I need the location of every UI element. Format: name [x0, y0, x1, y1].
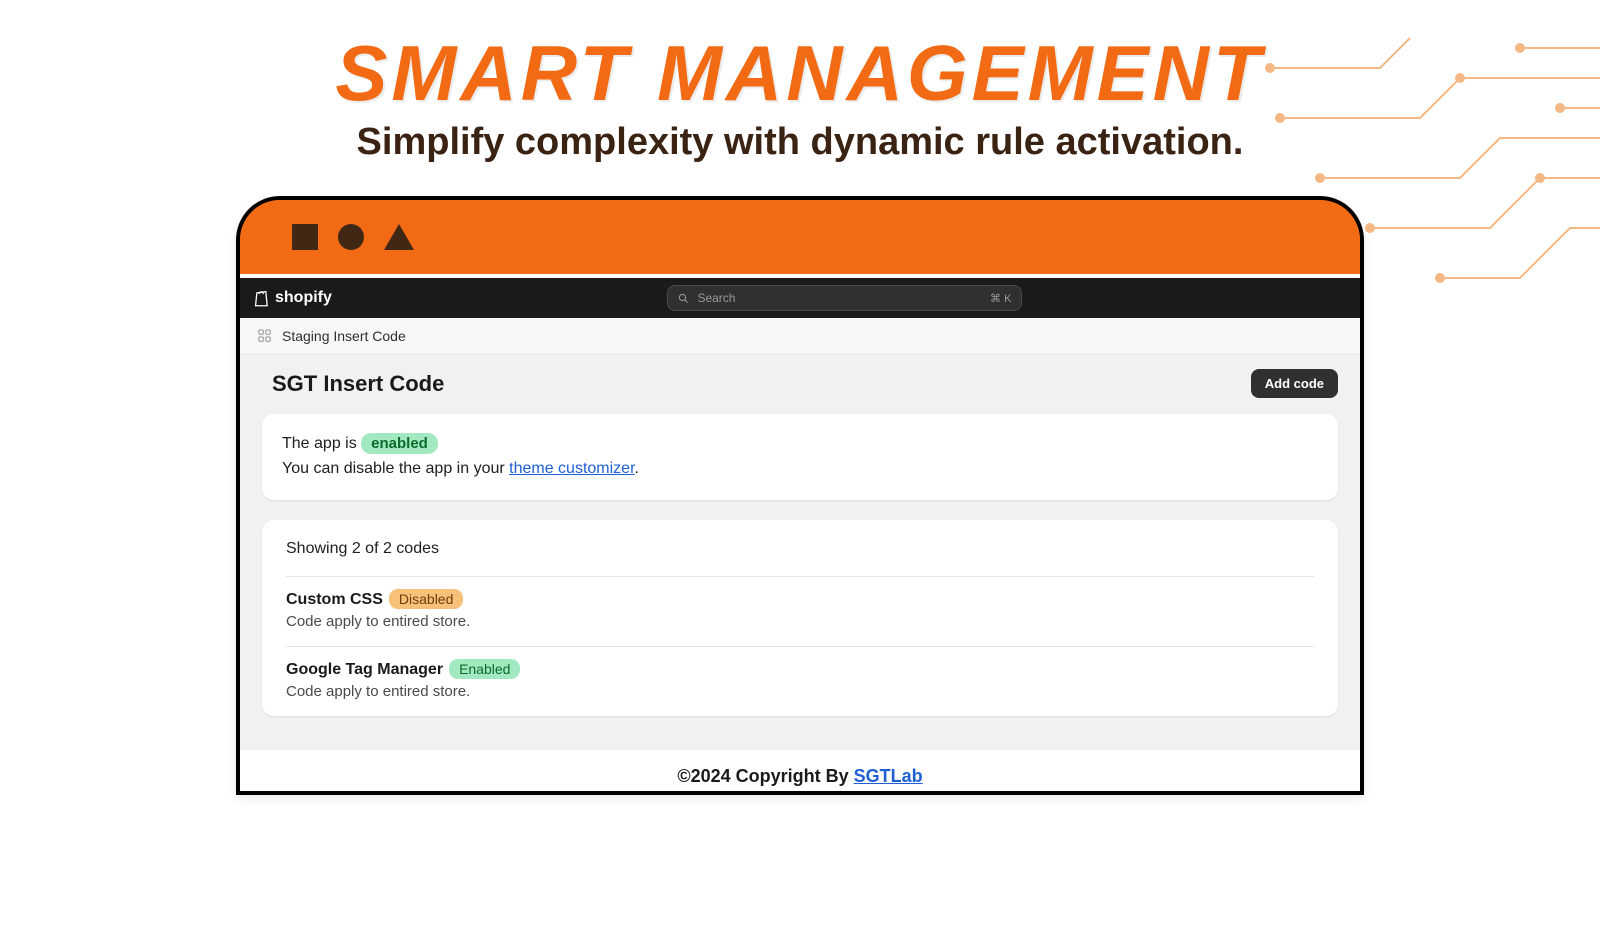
- code-desc: Code apply to entired store.: [286, 683, 1314, 700]
- shopify-bag-icon: [254, 289, 270, 307]
- footer-link[interactable]: SGTLab: [854, 766, 923, 786]
- code-name: Google Tag Manager: [286, 661, 443, 678]
- breadcrumb-text[interactable]: Staging Insert Code: [282, 328, 406, 344]
- code-status-badge: Disabled: [389, 589, 463, 609]
- codes-summary: Showing 2 of 2 codes: [286, 540, 1314, 576]
- status-card: The app is enabled You can disable the a…: [262, 414, 1338, 500]
- status-badge: enabled: [361, 433, 438, 454]
- app-grid-icon: [258, 329, 272, 343]
- window-control-circle-icon: [338, 224, 364, 250]
- code-status-badge: Enabled: [449, 659, 520, 679]
- breadcrumb-bar: Staging Insert Code: [240, 318, 1360, 355]
- browser-frame: shopify Search ⌘ K Staging Insert Code S…: [236, 196, 1364, 795]
- add-code-button[interactable]: Add code: [1251, 369, 1338, 398]
- search-placeholder: Search: [697, 291, 735, 305]
- status-prefix: The app is: [282, 435, 361, 452]
- search-shortcut: ⌘ K: [990, 292, 1011, 305]
- footer: ©2024 Copyright By SGTLab: [240, 750, 1360, 791]
- window-control-triangle-icon: [384, 224, 414, 250]
- footer-text: ©2024 Copyright By: [677, 766, 853, 786]
- status-line2-post: .: [635, 460, 639, 477]
- code-row[interactable]: Google Tag Manager Enabled Code apply to e…: [286, 646, 1314, 716]
- code-row[interactable]: Custom CSS Disabled Code apply to entired …: [286, 576, 1314, 646]
- theme-customizer-link[interactable]: theme customizer: [509, 460, 634, 477]
- search-input[interactable]: Search ⌘ K: [667, 285, 1022, 311]
- status-line2-pre: You can disable the app in your: [282, 460, 509, 477]
- page-body: SGT Insert Code Add code The app is enab…: [240, 355, 1360, 750]
- page-title: SGT Insert Code: [262, 371, 444, 397]
- code-name: Custom CSS: [286, 591, 383, 608]
- code-desc: Code apply to entired store.: [286, 613, 1314, 630]
- shopify-topbar: shopify Search ⌘ K: [240, 278, 1360, 318]
- search-icon: [678, 293, 689, 304]
- codes-card: Showing 2 of 2 codes Custom CSSDisabledC…: [262, 520, 1338, 716]
- shopify-brand-text: shopify: [275, 289, 332, 307]
- page-header: SGT Insert Code Add code: [262, 369, 1338, 398]
- window-control-square-icon: [292, 224, 318, 250]
- hero-subtitle: Simplify complexity with dynamic rule ac…: [0, 121, 1600, 164]
- shopify-logo: shopify: [254, 289, 332, 307]
- app-shell: shopify Search ⌘ K Staging Insert Code S…: [240, 274, 1360, 791]
- browser-titlebar: [240, 200, 1360, 274]
- hero-title: SMART MANAGEMENT: [0, 28, 1600, 119]
